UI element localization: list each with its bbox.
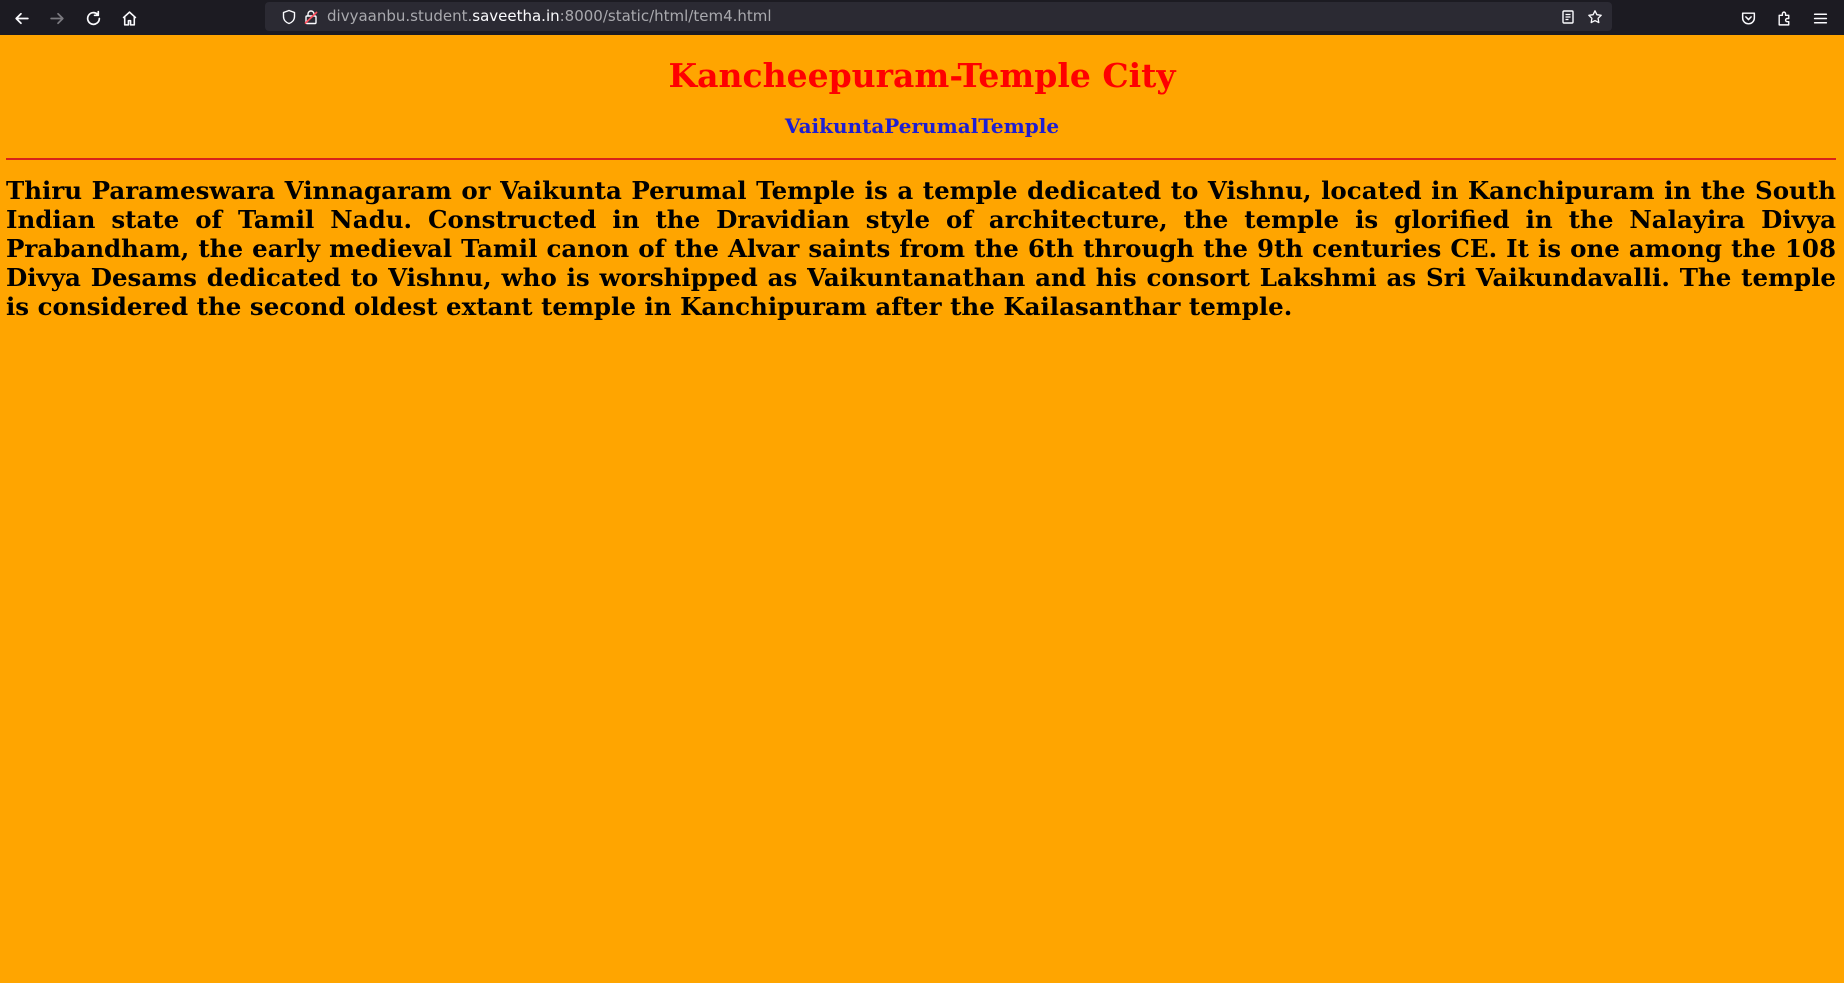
shield-icon[interactable] bbox=[279, 7, 299, 27]
arrow-left-icon bbox=[14, 12, 29, 24]
url-suffix: :8000/static/html/tem4.html bbox=[559, 7, 772, 25]
hamburger-menu-icon bbox=[1813, 12, 1827, 24]
star-icon[interactable] bbox=[1585, 7, 1605, 27]
page-content: Kancheepuram-Temple City VaikuntaPerumal… bbox=[0, 35, 1844, 983]
home-icon bbox=[122, 10, 136, 26]
arrow-right-icon bbox=[49, 12, 64, 24]
url-domain: saveetha.in bbox=[472, 7, 560, 25]
url-bar[interactable]: divyaanbu.student.saveetha.in:8000/stati… bbox=[265, 2, 1612, 31]
page-title: Kancheepuram-Temple City bbox=[668, 56, 1176, 95]
puzzle-icon bbox=[1777, 11, 1789, 26]
pocket-button[interactable] bbox=[1734, 4, 1762, 32]
temple-description: Thiru Parameswara Vinnagaram or Vaikunta… bbox=[6, 176, 1836, 321]
reload-button[interactable] bbox=[79, 4, 107, 32]
horizontal-rule bbox=[6, 158, 1836, 160]
home-button[interactable] bbox=[115, 4, 143, 32]
back-button[interactable] bbox=[7, 4, 35, 32]
url-prefix: divyaanbu.student. bbox=[327, 7, 473, 25]
reload-icon bbox=[86, 10, 100, 25]
menu-button[interactable] bbox=[1806, 4, 1834, 32]
lock-icon[interactable] bbox=[301, 7, 321, 27]
extensions-button[interactable] bbox=[1770, 4, 1798, 32]
page-subtitle: VaikuntaPerumalTemple bbox=[784, 114, 1060, 138]
browser-toolbar: divyaanbu.student.saveetha.in:8000/stati… bbox=[0, 0, 1844, 35]
forward-button[interactable] bbox=[43, 4, 71, 32]
reader-view-icon[interactable] bbox=[1558, 7, 1578, 27]
pocket-icon bbox=[1741, 11, 1755, 25]
url-text[interactable]: divyaanbu.student.saveetha.in:8000/stati… bbox=[327, 7, 772, 25]
